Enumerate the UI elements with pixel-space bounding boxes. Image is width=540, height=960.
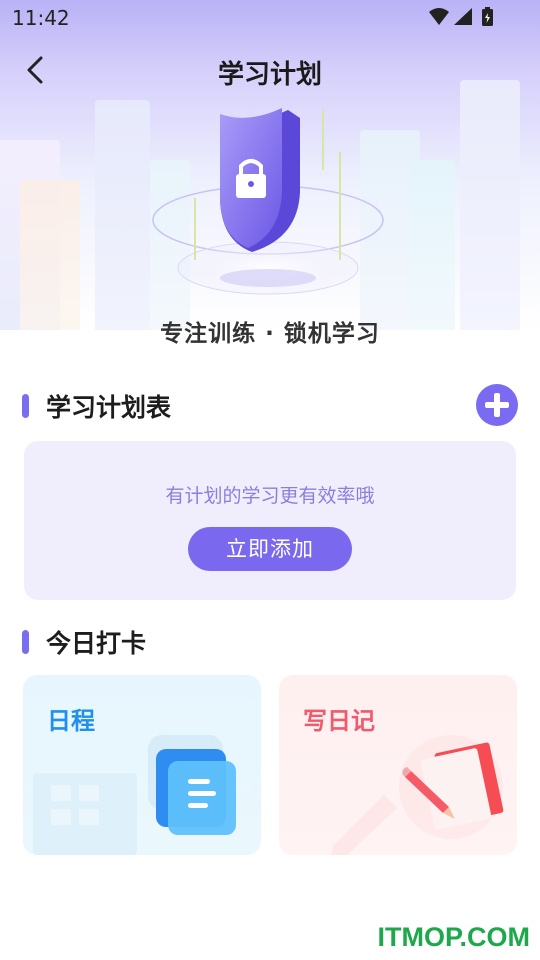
checkin-section-header: 今日打卡 bbox=[22, 622, 518, 662]
shield-lock-icon bbox=[152, 108, 384, 295]
status-icons bbox=[429, 7, 493, 26]
battery-charging-icon bbox=[482, 7, 493, 26]
status-time: 11:42 bbox=[12, 6, 70, 30]
plan-section-title: 学习计划表 bbox=[46, 393, 172, 422]
schedule-document-icon bbox=[33, 735, 236, 855]
diary-card[interactable]: 写日记 bbox=[279, 675, 517, 855]
wifi-icon bbox=[429, 8, 449, 25]
diary-card-label: 写日记 bbox=[303, 707, 375, 735]
diary-pencil-icon bbox=[331, 735, 504, 855]
plan-section-header: 学习计划表 bbox=[22, 384, 518, 426]
nav-bar: 学习计划 bbox=[0, 44, 540, 96]
add-plan-button[interactable]: 立即添加 bbox=[188, 527, 352, 571]
schedule-card[interactable]: 日程 bbox=[23, 675, 261, 855]
page-title: 学习计划 bbox=[217, 60, 322, 90]
plan-empty-hint: 有计划的学习更有效率哦 bbox=[165, 485, 375, 507]
building-decoration bbox=[410, 160, 455, 330]
section-accent-bar bbox=[22, 394, 29, 418]
plan-empty-card: 有计划的学习更有效率哦 立即添加 bbox=[24, 441, 516, 600]
building-decoration bbox=[460, 80, 520, 330]
checkin-section-title: 今日打卡 bbox=[46, 629, 147, 658]
watermark-text: ITMOP.COM bbox=[377, 922, 530, 952]
hero-caption: 专注训练 · 锁机学习 bbox=[160, 321, 380, 347]
status-bar: 11:42 bbox=[0, 0, 540, 36]
cellular-signal-icon bbox=[454, 8, 472, 25]
section-accent-bar bbox=[22, 630, 29, 654]
building-decoration bbox=[20, 180, 80, 330]
plus-circle-icon[interactable] bbox=[476, 384, 518, 426]
schedule-card-label: 日程 bbox=[47, 707, 95, 735]
